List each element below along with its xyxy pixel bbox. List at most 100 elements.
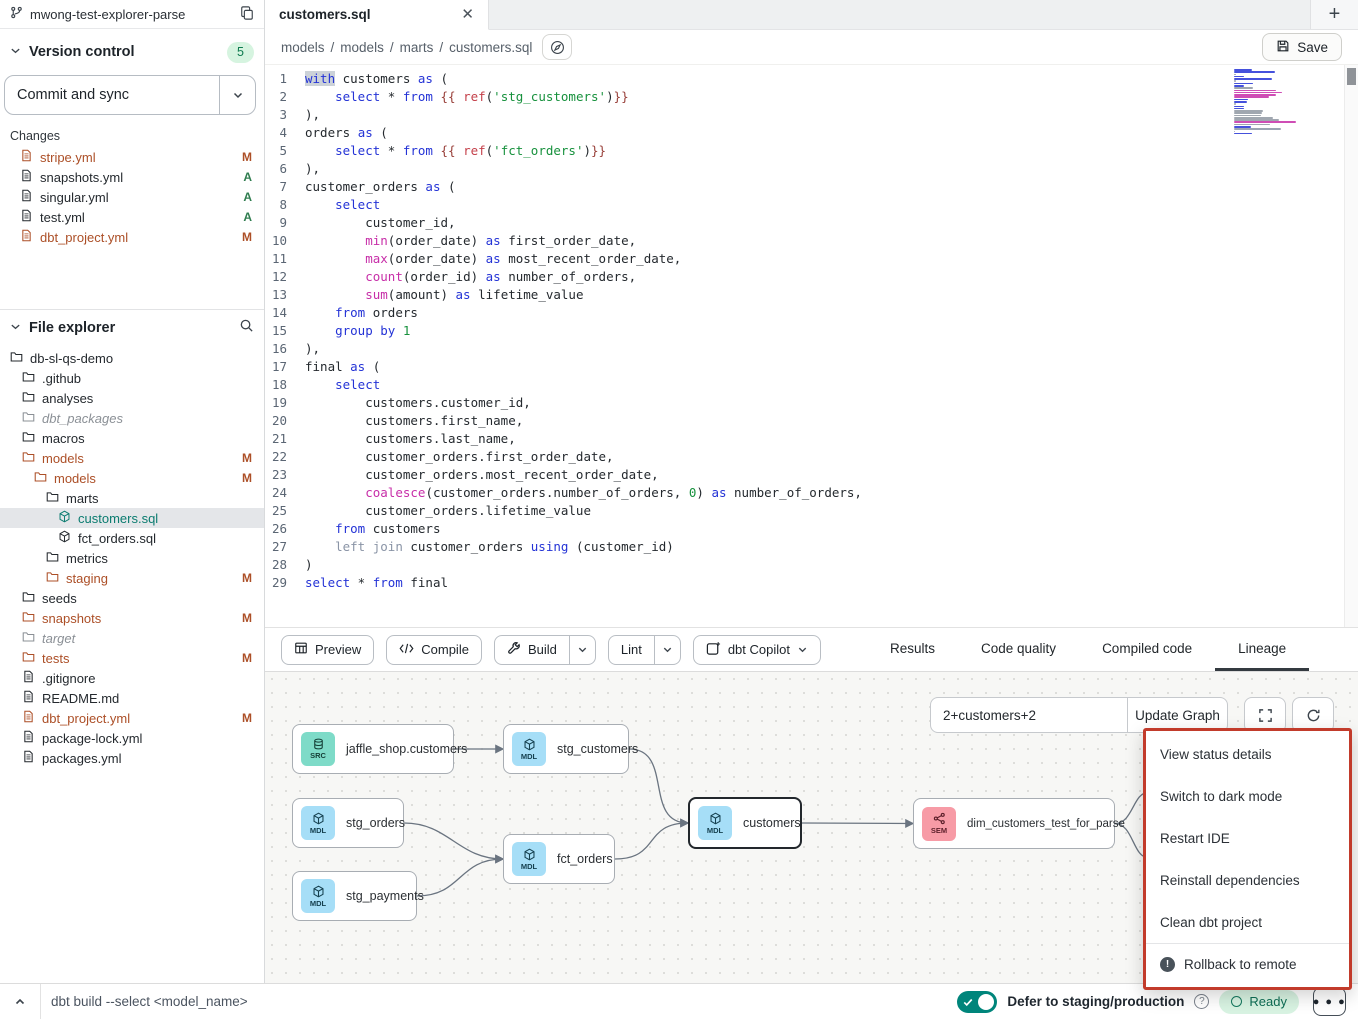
tree-item-marts[interactable]: marts bbox=[0, 488, 264, 508]
tree-item-models[interactable]: modelsM bbox=[0, 468, 264, 488]
code-line[interactable]: 11 max(order_date) as most_recent_order_… bbox=[265, 250, 1358, 268]
code-line[interactable]: 25 customer_orders.lifetime_value bbox=[265, 502, 1358, 520]
changed-file-row[interactable]: singular.ymlA bbox=[0, 187, 264, 207]
build-button[interactable]: Build bbox=[494, 635, 596, 665]
menu-item-view-status-details[interactable]: View status details bbox=[1146, 733, 1349, 775]
lineage-selector-input[interactable] bbox=[930, 697, 1128, 733]
tab-customers-sql[interactable]: customers.sql ✕ bbox=[265, 0, 489, 30]
tree-item--github[interactable]: .github bbox=[0, 368, 264, 388]
code-line[interactable]: 14 from orders bbox=[265, 304, 1358, 322]
tree-item-seeds[interactable]: seeds bbox=[0, 588, 264, 608]
code-line[interactable]: 24 coalesce(customer_orders.number_of_or… bbox=[265, 484, 1358, 502]
code-line[interactable]: 10 min(order_date) as first_order_date, bbox=[265, 232, 1358, 250]
code-line[interactable]: 28) bbox=[265, 556, 1358, 574]
code-line[interactable]: 26 from customers bbox=[265, 520, 1358, 538]
tree-item-dbt-packages[interactable]: dbt_packages bbox=[0, 408, 264, 428]
minimap[interactable] bbox=[1234, 69, 1300, 135]
tree-item-dbt-project-yml[interactable]: dbt_project.ymlM bbox=[0, 708, 264, 728]
tree-item-db-sl-qs-demo[interactable]: db-sl-qs-demo bbox=[0, 348, 264, 368]
build-options-chevron[interactable] bbox=[569, 636, 595, 664]
new-tab-button[interactable]: + bbox=[1310, 0, 1358, 29]
breadcrumb-segment[interactable]: models bbox=[281, 40, 325, 55]
code-editor[interactable]: 1with customers as (2 select * from {{ r… bbox=[265, 64, 1358, 627]
code-line[interactable]: 7customer_orders as ( bbox=[265, 178, 1358, 196]
lineage-node-stg-payments[interactable]: MDLstg_payments bbox=[292, 871, 417, 921]
tree-item-package-lock-yml[interactable]: package-lock.yml bbox=[0, 728, 264, 748]
code-line[interactable]: 9 customer_id, bbox=[265, 214, 1358, 232]
code-line[interactable]: 29select * from final bbox=[265, 574, 1358, 592]
file-explorer-header[interactable]: File explorer bbox=[0, 310, 264, 346]
breadcrumb-segment[interactable]: customers.sql bbox=[449, 40, 532, 55]
tree-item-macros[interactable]: macros bbox=[0, 428, 264, 448]
code-line[interactable]: 12 count(order_id) as number_of_orders, bbox=[265, 268, 1358, 286]
code-line[interactable]: 8 select bbox=[265, 196, 1358, 214]
changed-file-row[interactable]: test.ymlA bbox=[0, 207, 264, 227]
code-line[interactable]: 2 select * from {{ ref('stg_customers')}… bbox=[265, 88, 1358, 106]
lineage-node-dim-customers-test-for-parse[interactable]: SEMdim_customers_test_for_parse bbox=[913, 798, 1115, 849]
code-line[interactable]: 3), bbox=[265, 106, 1358, 124]
code-line[interactable]: 23 customer_orders.most_recent_order_dat… bbox=[265, 466, 1358, 484]
open-in-explorer-button[interactable] bbox=[542, 34, 572, 60]
dbt-copilot-button[interactable]: dbt Copilot bbox=[693, 635, 821, 665]
compile-button[interactable]: Compile bbox=[386, 635, 482, 665]
code-line[interactable]: 15 group by 1 bbox=[265, 322, 1358, 340]
code-line[interactable]: 22 customer_orders.first_order_date, bbox=[265, 448, 1358, 466]
commit-options-chevron[interactable] bbox=[219, 76, 255, 114]
tab-compiled-code[interactable]: Compiled code bbox=[1079, 628, 1215, 671]
menu-item-switch-to-dark-mode[interactable]: Switch to dark mode bbox=[1146, 775, 1349, 817]
defer-toggle[interactable] bbox=[957, 991, 997, 1013]
more-options-button[interactable]: ● ● ● bbox=[1313, 987, 1346, 1016]
changed-file-row[interactable]: snapshots.ymlA bbox=[0, 167, 264, 187]
lineage-node-customers[interactable]: MDLcustomers bbox=[688, 797, 802, 849]
tree-item-tests[interactable]: testsM bbox=[0, 648, 264, 668]
tab-lineage[interactable]: Lineage bbox=[1215, 628, 1309, 671]
preview-button[interactable]: Preview bbox=[281, 635, 374, 665]
tree-item-fct-orders-sql[interactable]: fct_orders.sql bbox=[0, 528, 264, 548]
code-line[interactable]: 21 customers.last_name, bbox=[265, 430, 1358, 448]
lineage-node-stg-orders[interactable]: MDLstg_orders bbox=[292, 798, 404, 848]
close-icon[interactable]: ✕ bbox=[461, 7, 474, 22]
editor-scrollbar[interactable] bbox=[1344, 65, 1358, 627]
code-line[interactable]: 20 customers.first_name, bbox=[265, 412, 1358, 430]
changed-file-row[interactable]: dbt_project.ymlM bbox=[0, 227, 264, 247]
lineage-node-stg-customers[interactable]: MDLstg_customers bbox=[503, 724, 629, 774]
lint-button[interactable]: Lint bbox=[608, 635, 681, 665]
tree-item-models[interactable]: modelsM bbox=[0, 448, 264, 468]
tree-item-target[interactable]: target bbox=[0, 628, 264, 648]
save-button[interactable]: Save bbox=[1262, 33, 1342, 61]
tree-item-customers-sql[interactable]: customers.sql bbox=[0, 508, 264, 528]
tree-item-analyses[interactable]: analyses bbox=[0, 388, 264, 408]
command-input[interactable]: dbt build --select <model_name> bbox=[51, 994, 248, 1009]
code-line[interactable]: 13 sum(amount) as lifetime_value bbox=[265, 286, 1358, 304]
lint-options-chevron[interactable] bbox=[654, 636, 680, 664]
code-line[interactable]: 5 select * from {{ ref('fct_orders')}} bbox=[265, 142, 1358, 160]
breadcrumb-segment[interactable]: marts bbox=[400, 40, 434, 55]
status-badge[interactable]: Ready bbox=[1219, 990, 1299, 1014]
expand-command-bar-chevron[interactable] bbox=[0, 984, 41, 1019]
menu-item-rollback-to-remote[interactable]: !Rollback to remote bbox=[1146, 943, 1349, 985]
code-line[interactable]: 18 select bbox=[265, 376, 1358, 394]
help-icon[interactable]: ? bbox=[1194, 994, 1209, 1009]
scrollbar-thumb[interactable] bbox=[1347, 68, 1356, 85]
commit-and-sync-button[interactable]: Commit and sync bbox=[4, 75, 256, 115]
code-line[interactable]: 27 left join customer_orders using (cust… bbox=[265, 538, 1358, 556]
code-line[interactable]: 6), bbox=[265, 160, 1358, 178]
code-line[interactable]: 17final as ( bbox=[265, 358, 1358, 376]
menu-item-restart-ide[interactable]: Restart IDE bbox=[1146, 817, 1349, 859]
tree-item-snapshots[interactable]: snapshotsM bbox=[0, 608, 264, 628]
lineage-node-fct-orders[interactable]: MDLfct_orders bbox=[503, 834, 615, 884]
tree-item-packages-yml[interactable]: packages.yml bbox=[0, 748, 264, 768]
changed-file-row[interactable]: stripe.ymlM bbox=[0, 147, 264, 167]
code-line[interactable]: 16), bbox=[265, 340, 1358, 358]
tree-item-readme-md[interactable]: README.md bbox=[0, 688, 264, 708]
copy-branch-icon[interactable] bbox=[240, 6, 254, 23]
menu-item-clean-dbt-project[interactable]: Clean dbt project bbox=[1146, 901, 1349, 943]
tab-code-quality[interactable]: Code quality bbox=[958, 628, 1079, 671]
lineage-node-jaffle-shop-customers[interactable]: SRCjaffle_shop.customers bbox=[292, 724, 454, 774]
tree-item--gitignore[interactable]: .gitignore bbox=[0, 668, 264, 688]
version-control-header[interactable]: Version control 5 bbox=[0, 35, 264, 69]
code-line[interactable]: 4orders as ( bbox=[265, 124, 1358, 142]
breadcrumb-segment[interactable]: models bbox=[340, 40, 384, 55]
tab-results[interactable]: Results bbox=[867, 628, 958, 671]
code-line[interactable]: 1with customers as ( bbox=[265, 70, 1358, 88]
